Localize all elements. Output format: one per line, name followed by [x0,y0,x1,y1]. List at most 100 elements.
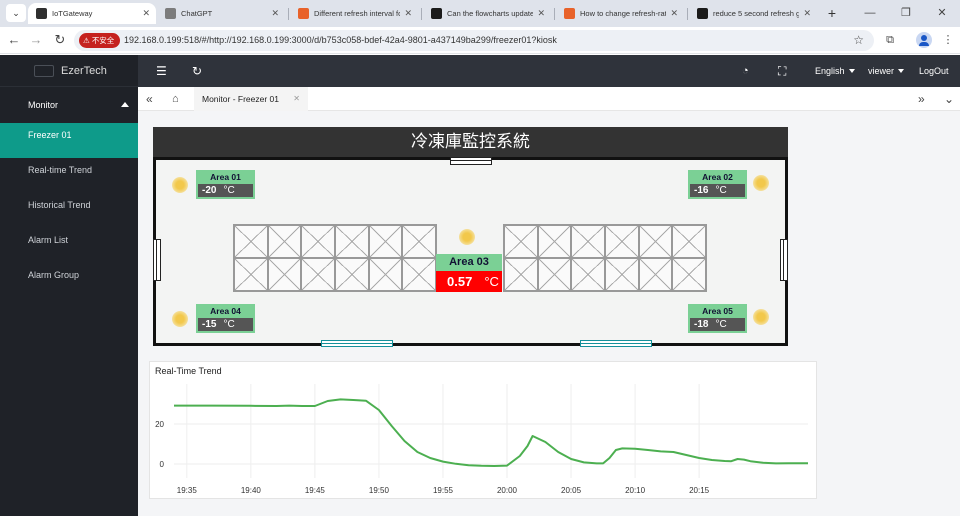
tab-close-icon[interactable]: ✕ [271,3,279,24]
profile-avatar[interactable] [916,32,932,48]
sidebar-item-alarm-group[interactable]: Alarm Group [0,263,138,298]
tab-favicon-icon [165,8,176,19]
url-text[interactable]: 192.168.0.199:518/#/http://192.168.0.199… [124,30,557,51]
x-tick-label: 19:50 [369,486,390,495]
tab-close-icon[interactable]: ✕ [803,3,811,24]
tab-separator [687,8,688,20]
tab-close-icon[interactable]: ✕ [142,3,150,24]
sensor-unit: °C [484,274,499,289]
storage-rack-left [233,224,437,292]
caret-up-icon [121,102,129,107]
page-tab-freezer-01[interactable]: Monitor - Freezer 01 ✕ [194,87,308,111]
browser-tab[interactable]: reduce 5 second refresh grap ✕ [689,3,817,24]
light-icon [172,311,188,327]
sensor-area-04[interactable]: Area 04 -15 °C [196,304,255,333]
sidebar-item-real-time-trend[interactable]: Real-time Trend [0,158,138,193]
sidebar: EzerTech Monitor Freezer 01 Real-time Tre… [0,55,138,516]
tab-title: ChatGPT [181,9,213,18]
y-tick-label: 20 [155,420,164,429]
sidebar-item-alarm-list[interactable]: Alarm List [0,228,138,263]
tabs-scroll-left-icon[interactable]: « [146,87,153,111]
browser-tab[interactable]: ChatGPT ✕ [157,3,285,24]
sensor-area-01[interactable]: Area 01 -20 °C [196,170,255,199]
real-time-trend-panel: Real-Time Trend 19:35 19:40 19:45 19:50 19:5… [149,361,817,499]
forward-icon[interactable]: → [26,31,46,49]
tab-separator [554,8,555,20]
sensor-area-05[interactable]: Area 05 -18 °C [688,304,747,333]
sensor-value: -20 [202,185,217,196]
sidebar-toggle-icon[interactable]: ☰ [156,55,167,87]
x-tick-label: 20:00 [497,486,518,495]
browser-tab[interactable]: Can the flowcharts update live ✕ [423,3,551,24]
browser-menu-icon[interactable]: ⋮ [940,32,956,48]
extensions-icon[interactable]: ⧉ [882,32,898,48]
tab-title: IoTGateway [52,9,93,18]
close-window-icon[interactable]: ✕ [924,0,960,27]
x-tick-label: 19:40 [241,486,262,495]
fullscreen-icon[interactable]: ⛶ [778,55,786,87]
brand: EzerTech [0,55,138,87]
tab-separator [421,8,422,20]
door-right [780,239,788,281]
browser-tab[interactable]: Different refresh interval for d ✕ [290,3,418,24]
sidebar-item-historical-trend[interactable]: Historical Trend [0,193,138,228]
refresh-icon[interactable]: ↻ [192,55,202,87]
browser-tab[interactable]: How to change refresh-rate fr ✕ [556,3,684,24]
url-omnibox[interactable]: ⚠ 不安全 192.168.0.199:518/#/http://192.168… [74,30,874,51]
sensor-area-02[interactable]: Area 02 -16 °C [688,170,747,199]
home-icon[interactable]: ⌂ [172,87,179,111]
sensor-name: Area 05 [688,304,747,318]
sensor-name: Area 04 [196,304,255,318]
minimize-icon[interactable]: — [852,0,888,27]
storage-rack-right [503,224,707,292]
floorplan-title: 冷凍庫監控系統 [153,127,788,157]
sensor-unit: °C [223,319,235,330]
tab-title: Can the flowcharts update live [447,9,533,18]
series-line [174,398,808,467]
sensor-value: -18 [694,319,709,330]
tab-favicon-icon [564,8,575,19]
logout-button[interactable]: LogOut [919,55,949,87]
tab-close-icon[interactable]: ✕ [670,3,678,24]
trend-chart[interactable]: 19:35 19:40 19:45 19:50 19:55 20:00 20:05 20:10… [150,362,818,500]
sensor-unit: °C [223,185,235,196]
tabs-menu-chevron-icon[interactable]: ⌄ [944,87,954,111]
tab-title: How to change refresh-rate fr [580,9,666,18]
sensor-value: -16 [694,185,709,196]
menu-group-monitor[interactable]: Monitor [0,87,138,123]
sensor-value: -15 [202,319,217,330]
tab-close-icon[interactable]: ✕ [537,3,545,24]
brand-logo-icon [34,65,54,77]
brand-name: EzerTech [61,65,107,77]
tabs-scroll-right-icon[interactable]: » [918,87,925,111]
browser-tab[interactable]: IoTGateway ✕ [28,3,156,24]
tab-close-icon[interactable]: ✕ [404,3,412,24]
reload-icon[interactable]: ↻ [50,31,70,49]
x-tick-label: 19:35 [177,486,198,495]
back-icon[interactable]: ← [4,31,24,49]
sensor-unit: °C [715,319,727,330]
sidebar-item-freezer-01[interactable]: Freezer 01 [0,123,138,158]
not-secure-label: 不安全 [91,36,115,45]
sensor-value: 0.57 [447,274,473,289]
sensor-name: Area 02 [688,170,747,184]
page-tab-close-icon[interactable]: ✕ [293,87,300,111]
tab-search-chevron-icon[interactable]: ⌄ [6,4,26,22]
x-tick-label: 20:15 [689,486,710,495]
language-dropdown[interactable]: English [815,55,855,87]
sensor-area-03-alarm[interactable]: Area 03 0.57 °C [436,254,502,292]
freezer-floorplan: Area 01 -20 °C Area 02 -16 °C Area 03 0.57… [153,157,788,347]
tab-title: Different refresh interval for d [314,9,400,18]
door-top [450,157,492,165]
sensor-unit: °C [715,185,727,196]
light-icon [172,177,188,193]
restore-icon[interactable]: ❐ [888,0,924,27]
light-icon [753,175,769,191]
tab-title: reduce 5 second refresh grap [713,9,799,18]
user-dropdown[interactable]: viewer [868,55,904,87]
dashboard-gauge-icon[interactable]: ◔ [742,55,749,87]
not-secure-badge[interactable]: ⚠ 不安全 [79,33,121,48]
page-tab-strip: « ⌂ Monitor - Freezer 01 ✕ » ⌄ [138,87,960,111]
bookmark-star-icon[interactable]: ☆ [853,30,864,51]
new-tab-button[interactable]: + [824,3,840,23]
